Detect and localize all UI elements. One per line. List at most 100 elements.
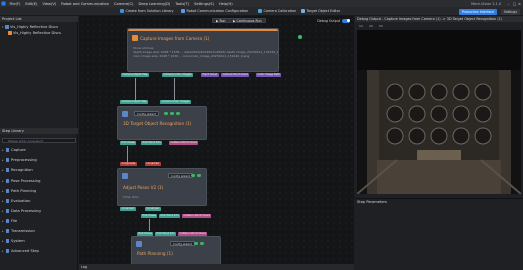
camera-image-view[interactable] — [357, 30, 521, 194]
recognition-icon — [5, 168, 10, 172]
node-header — [128, 29, 278, 31]
output-visible-icon[interactable] — [170, 111, 174, 115]
chevron-right-icon: ▸ — [2, 158, 4, 162]
menu-tools[interactable]: Tools(T) — [173, 2, 192, 6]
library-category-data-processing[interactable]: ▸ Data Processing — [2, 209, 41, 213]
log-panel-header[interactable]: Log — [79, 264, 354, 270]
input-port[interactable]: Camera Color Images — [160, 100, 192, 104]
output-port[interactable]: Camera Color Images — [162, 73, 194, 77]
debug-output-toggle[interactable] — [342, 18, 350, 23]
config-wizard-button[interactable]: Config wizard — [168, 173, 193, 178]
zoom-2x[interactable]: 2X — [369, 24, 373, 28]
debug-output-label: Debug Output — [317, 18, 340, 23]
library-category-advanced-step[interactable]: ▸ Advanced Step — [2, 249, 39, 253]
canvas-toolbar: ▶ Run ▶ Continuous Run Debug Output — [79, 16, 354, 25]
menu-help[interactable]: Help(H) — [216, 2, 235, 6]
zoom-1x[interactable]: 1X — [359, 24, 363, 28]
target-icon — [301, 9, 305, 13]
graph-canvas[interactable]: ▶ Run ▶ Continuous Run Debug Output Capt… — [79, 16, 354, 270]
library-category-pose-processing[interactable]: ▸ Pose Processing — [2, 179, 40, 183]
recognition-node[interactable]: Config wizard 3D Target Object Recogniti… — [117, 106, 207, 140]
preprocessing-icon — [5, 158, 10, 162]
output-port[interactable]: Unnamed — [145, 207, 161, 211]
chevron-right-icon: ▸ — [2, 168, 4, 172]
menu-file[interactable]: File(F) — [7, 2, 23, 6]
advanced-step-icon — [5, 249, 10, 253]
chevron-right-icon: ▸ — [2, 189, 4, 193]
library-category-preprocessing[interactable]: ▸ Preprocessing — [2, 158, 37, 162]
input-port[interactable]: Unnamed — [145, 162, 161, 166]
connection-wire — [135, 78, 136, 100]
chevron-right-icon: ▸ — [2, 179, 4, 183]
pose-processing-icon — [5, 179, 10, 183]
step-parameters-panel: Step Parameters — [355, 198, 523, 270]
input-port[interactable]: Camera Depth Map — [120, 100, 149, 104]
config-wizard-button[interactable]: Config wizard — [134, 111, 159, 116]
library-category-capture[interactable]: ▸ Capture — [2, 148, 26, 152]
step-parameters-title: Step Parameters — [357, 200, 387, 204]
zoom-5x[interactable]: 5X — [379, 24, 383, 28]
menu-deep-learning[interactable]: Deep Learning(D) — [136, 2, 173, 6]
library-category-evaluation[interactable]: ▸ Evaluation — [2, 199, 30, 203]
minimize-icon[interactable]: – — [506, 1, 511, 6]
path-planning-node[interactable]: Config wizard Path Planning (1) — [131, 236, 221, 266]
close-icon[interactable]: × — [517, 1, 522, 6]
debug-output-title: Debug Output - Capture Images from Camer… — [355, 16, 523, 22]
breakpoint-icon[interactable] — [176, 111, 180, 115]
config-wizard-button[interactable]: Config wizard — [170, 241, 195, 246]
camera-calibration-button[interactable]: Camera Calibration — [258, 9, 296, 13]
folder-icon — [5, 25, 9, 29]
library-category-recognition[interactable]: ▸ Recognition — [2, 168, 33, 172]
output-port[interactable]: Collision Point Cloud — [182, 214, 212, 218]
production-interface-button[interactable]: Production Interface — [458, 8, 497, 15]
menu-view[interactable]: View(V) — [40, 2, 59, 6]
app-logo-icon — [0, 0, 7, 7]
chevron-right-icon: ▸ — [2, 239, 4, 243]
output-port[interactable]: Unnamed — [120, 207, 136, 211]
continuous-run-button[interactable]: ▶ Continuous Run — [229, 18, 266, 23]
project-subitem[interactable]: Vis_Highly Reflective Discs — [8, 31, 61, 35]
library-category-system[interactable]: ▸ System — [2, 239, 25, 243]
output-port[interactable]: Pick Point Info — [159, 214, 181, 218]
app-title: Mech-Vision 2.1.0 — [471, 1, 501, 6]
robot-icon — [181, 9, 185, 13]
status-ok-icon — [194, 241, 198, 245]
output-port[interactable]: Pick Point Info — [141, 141, 163, 145]
output-visible-icon[interactable] — [200, 241, 204, 245]
library-category-file[interactable]: ▸ File — [2, 219, 17, 223]
output-visible-icon[interactable] — [197, 173, 201, 177]
adjust-poses-node[interactable]: Config wizard Adjust Poses V2 (1) Time: … — [117, 168, 207, 206]
status-ok-icon — [164, 111, 168, 115]
chevron-right-icon: ▸ — [2, 209, 4, 213]
project-item[interactable]: ▾ Vis_Highly Reflective Discs — [2, 25, 58, 29]
output-port[interactable]: Collision Point Cloud — [169, 141, 199, 145]
path-planning-icon — [136, 241, 142, 247]
capture-images-node[interactable]: Capture Images from Camera (1) Show all … — [127, 28, 302, 72]
output-port[interactable]: Camera Depth Map — [121, 73, 150, 77]
chevron-right-icon: ▸ — [2, 249, 4, 253]
evaluation-icon — [5, 199, 10, 203]
step-search-input[interactable]: Please enter a keyword — [2, 138, 76, 143]
output-port[interactable]: Colored Point Cloud — [221, 73, 250, 77]
input-port[interactable]: Composite — [120, 162, 137, 166]
chevron-down-icon: ▾ — [2, 25, 4, 29]
step-library-panel: Please enter a keyword ▸ Capture ▸ Preproc… — [0, 134, 78, 270]
output-port[interactable]: Color Image Path — [256, 73, 282, 77]
status-ok-icon — [298, 35, 302, 39]
library-category-transmission[interactable]: ▸ Transmission — [2, 229, 35, 233]
menu-settings[interactable]: Settings(S) — [192, 2, 217, 6]
create-from-library-button[interactable]: Create from Solution Library — [120, 9, 174, 13]
menu-camera[interactable]: Camera(C) — [112, 2, 136, 6]
output-port[interactable]: Pick Poses — [120, 141, 137, 145]
run-button[interactable]: ▶ Run — [212, 18, 230, 23]
output-port[interactable]: Pick Poses — [141, 214, 158, 218]
robot-comm-config-button[interactable]: Robot Communication Configuration — [181, 9, 248, 13]
library-category-path-planning[interactable]: ▸ Path Planning — [2, 189, 36, 193]
settings-button[interactable]: Settings — [500, 8, 520, 15]
output-port[interactable]: Point Cloud — [201, 73, 219, 77]
project-list-panel: ▾ Vis_Highly Reflective Discs Vis_Highly… — [0, 22, 78, 128]
menu-bar: File(F) Edit(E) View(V) Robot and Commun… — [0, 0, 523, 7]
menu-robot-communication[interactable]: Robot and Communication — [59, 2, 112, 6]
menu-edit[interactable]: Edit(E) — [23, 2, 40, 6]
target-object-editor-button[interactable]: Target Object Editor — [301, 9, 340, 13]
